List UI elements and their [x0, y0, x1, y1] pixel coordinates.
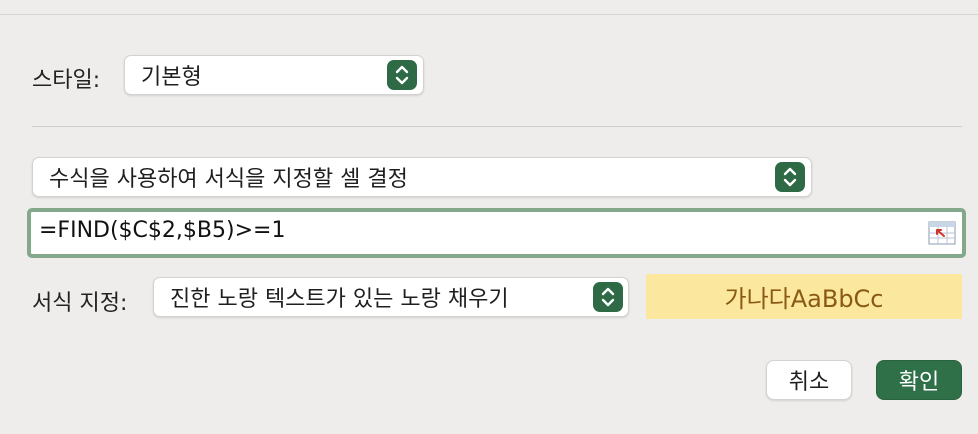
- formula-field[interactable]: =FIND($C$2,$B5)>=1: [27, 208, 966, 258]
- section-divider: [32, 126, 962, 127]
- format-popup[interactable]: 진한 노랑 텍스트가 있는 노랑 채우기: [153, 277, 629, 317]
- rule-type-popup[interactable]: 수식을 사용하여 서식을 지정할 셀 결정: [32, 157, 812, 197]
- style-label: 스타일:: [32, 68, 101, 93]
- ok-button[interactable]: 확인: [876, 360, 962, 400]
- style-popup[interactable]: 기본형: [124, 55, 424, 95]
- style-popup-value: 기본형: [141, 65, 202, 90]
- collapse-dialog-icon[interactable]: [928, 221, 956, 245]
- up-down-chevron-icon: [593, 282, 623, 312]
- formula-input[interactable]: =FIND($C$2,$B5)>=1: [39, 218, 285, 243]
- rule-type-value: 수식을 사용하여 서식을 지정할 셀 결정: [49, 167, 408, 192]
- format-label: 서식 지정:: [32, 291, 128, 316]
- top-divider: [0, 14, 978, 15]
- format-popup-value: 진한 노랑 텍스트가 있는 노랑 채우기: [170, 287, 509, 312]
- format-preview: 가나다AaBbCc: [646, 274, 962, 319]
- up-down-chevron-icon: [387, 60, 417, 90]
- cancel-button[interactable]: 취소: [766, 360, 852, 400]
- up-down-chevron-icon: [775, 162, 805, 192]
